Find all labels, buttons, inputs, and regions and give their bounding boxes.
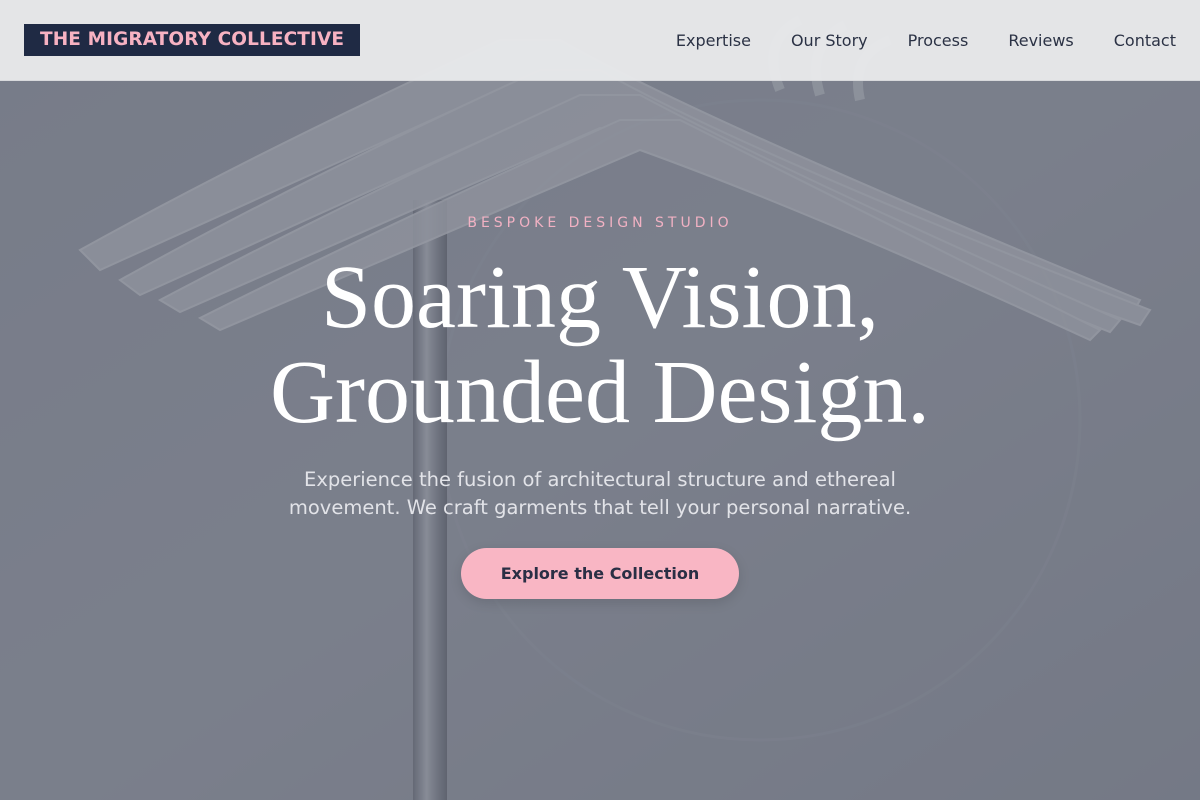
hero-headline-line-1: Soaring Vision, [321, 248, 879, 347]
nav-link-reviews[interactable]: Reviews [1008, 31, 1073, 50]
nav-link-process[interactable]: Process [908, 31, 969, 50]
hero-section: BESPOKE DESIGN STUDIO Soaring Vision, Gr… [0, 80, 1200, 800]
hero-headline-line-2: Grounded Design. [270, 343, 930, 442]
site-header: THE MIGRATORY COLLECTIVE Expertise Our S… [0, 0, 1200, 81]
hero-headline: Soaring Vision, Grounded Design. [0, 250, 1200, 440]
hero-eyebrow: BESPOKE DESIGN STUDIO [467, 215, 733, 231]
main-nav: Expertise Our Story Process Reviews Cont… [676, 0, 1176, 80]
nav-link-expertise[interactable]: Expertise [676, 31, 751, 50]
page: THE MIGRATORY COLLECTIVE Expertise Our S… [0, 0, 1200, 800]
hero-subtext: Experience the fusion of architectural s… [288, 468, 912, 519]
nav-link-contact[interactable]: Contact [1114, 31, 1176, 50]
site-logo[interactable]: THE MIGRATORY COLLECTIVE [24, 24, 361, 56]
nav-link-our-story[interactable]: Our Story [791, 31, 868, 50]
explore-collection-button[interactable]: Explore the Collection [461, 548, 739, 599]
